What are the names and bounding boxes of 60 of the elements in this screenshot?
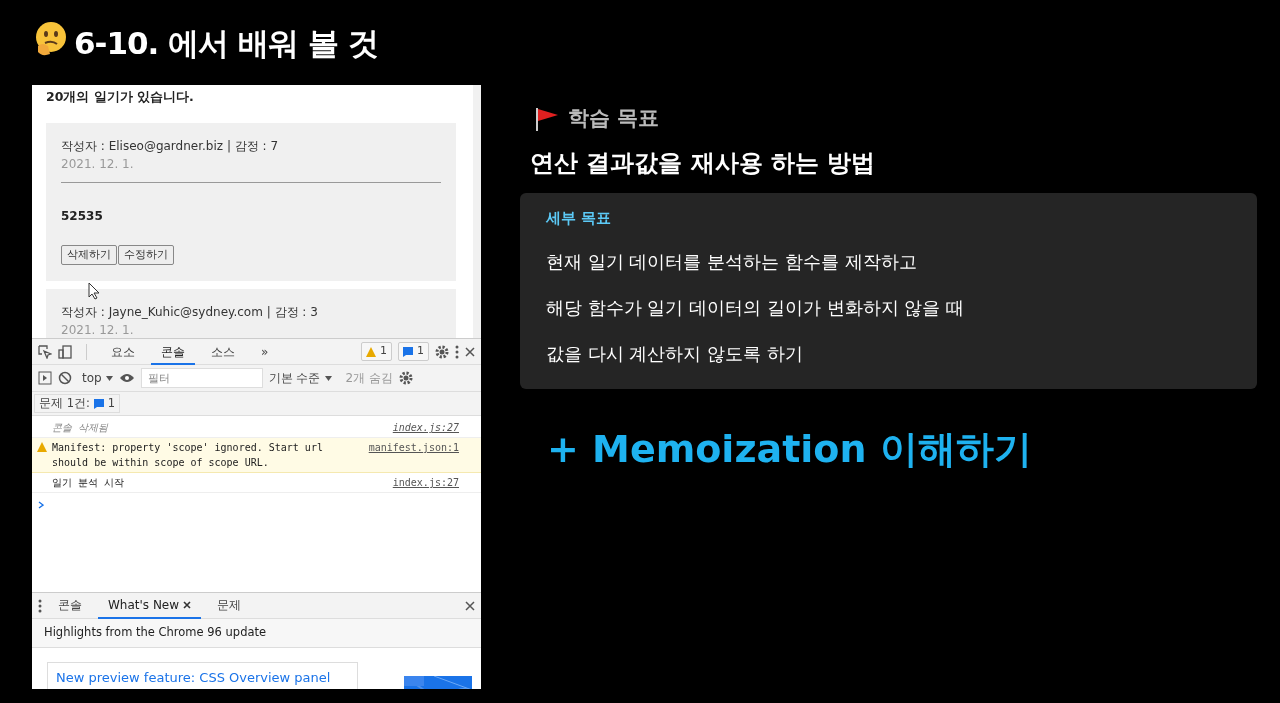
drawer-tab[interactable]: 문제 xyxy=(207,592,252,619)
console-message: Manifest: property 'scope' ignored. Start url should be within scope of scope URL. xyxy=(52,441,324,471)
console-message: 일기 분석 시작 xyxy=(52,476,125,491)
source-link[interactable]: index.js:27 xyxy=(392,420,459,436)
close-icon[interactable] xyxy=(183,600,192,609)
prompt-icon xyxy=(38,500,44,509)
issues-count: 1 xyxy=(107,395,116,412)
slide-title: 6-10. 에서 배워 볼 것 xyxy=(74,24,378,63)
goal-detail: 현재 일기 데이터를 분석하는 함수를 제작하고 xyxy=(546,250,918,275)
context-dropdown[interactable]: top xyxy=(82,369,113,387)
level-dropdown[interactable]: 기본 수준 xyxy=(268,369,332,387)
caret-icon xyxy=(105,374,113,382)
diary-date: 2021. 12. 1. xyxy=(61,155,135,173)
cursor-icon xyxy=(88,282,100,300)
devtools-tab[interactable]: 요소 xyxy=(101,338,145,365)
settings-icon[interactable] xyxy=(398,371,413,385)
message-icon xyxy=(403,346,413,357)
devtools-tab[interactable]: 소스 xyxy=(201,338,245,365)
diary-content: 52535 xyxy=(61,207,104,225)
warning-icon xyxy=(366,346,376,357)
goal-headline: 연산 결과값을 재사용 하는 방법 xyxy=(529,147,877,179)
section-label: 학습 목표 xyxy=(568,105,660,132)
issues-button[interactable]: 문제 1건: 1 xyxy=(34,394,121,414)
eye-icon[interactable] xyxy=(118,372,135,384)
source-link[interactable]: manifest.json:1 xyxy=(368,440,459,471)
diary-date: 2021. 12. 1. xyxy=(61,321,135,338)
message-count[interactable]: 1 xyxy=(398,342,429,361)
more-icon[interactable] xyxy=(455,344,459,359)
count-text: 1 xyxy=(417,343,424,360)
issues-label: 문제 1건: xyxy=(39,395,90,412)
more-tabs-button[interactable]: » xyxy=(251,338,279,365)
delete-button[interactable]: 삭제하기 xyxy=(61,244,117,265)
hidden-count: 2개 숨김 xyxy=(345,370,393,387)
filter-field[interactable]: 필터 xyxy=(140,368,263,388)
goal-detail: 값을 다시 계산하지 않도록 하기 xyxy=(546,342,804,367)
close-icon[interactable] xyxy=(465,346,475,357)
clear-icon[interactable] xyxy=(58,371,72,385)
settings-icon[interactable] xyxy=(435,344,449,359)
warning-count[interactable]: 1 xyxy=(361,342,392,361)
detail-label: 세부 목표 xyxy=(546,208,613,228)
goal-detail: 해당 함수가 일기 데이터의 길이가 변화하지 않을 때 xyxy=(546,296,966,321)
whats-new-heading: Highlights from the Chrome 96 update xyxy=(32,619,481,648)
edit-button[interactable]: 수정하기 xyxy=(118,244,174,265)
memoization-heading: + Memoization 이해하기 xyxy=(546,426,1033,474)
diary-author: 작성자 : Jayne_Kuhic@sydney.com | 감정 : 3 xyxy=(61,303,319,321)
inspect-icon[interactable] xyxy=(38,344,52,359)
console-message: 콘솔 삭제됨 xyxy=(52,421,109,436)
diary-author: 작성자 : Eliseo@gardner.biz | 감정 : 7 xyxy=(61,137,280,155)
diary-count: 20개의 일기가 있습니다. xyxy=(45,88,195,106)
source-link[interactable]: index.js:27 xyxy=(392,475,459,491)
warning-icon xyxy=(37,442,47,453)
more-icon[interactable] xyxy=(38,598,42,613)
feature-link[interactable]: New preview feature: CSS Overview panel xyxy=(56,669,331,685)
count-text: 1 xyxy=(380,343,387,360)
caret-icon xyxy=(324,374,332,382)
device-icon[interactable] xyxy=(58,344,72,359)
drawer-tab[interactable]: 콘솔 xyxy=(48,592,92,619)
sidebar-icon[interactable] xyxy=(38,371,52,385)
message-icon xyxy=(93,398,104,409)
close-icon[interactable] xyxy=(465,600,475,611)
